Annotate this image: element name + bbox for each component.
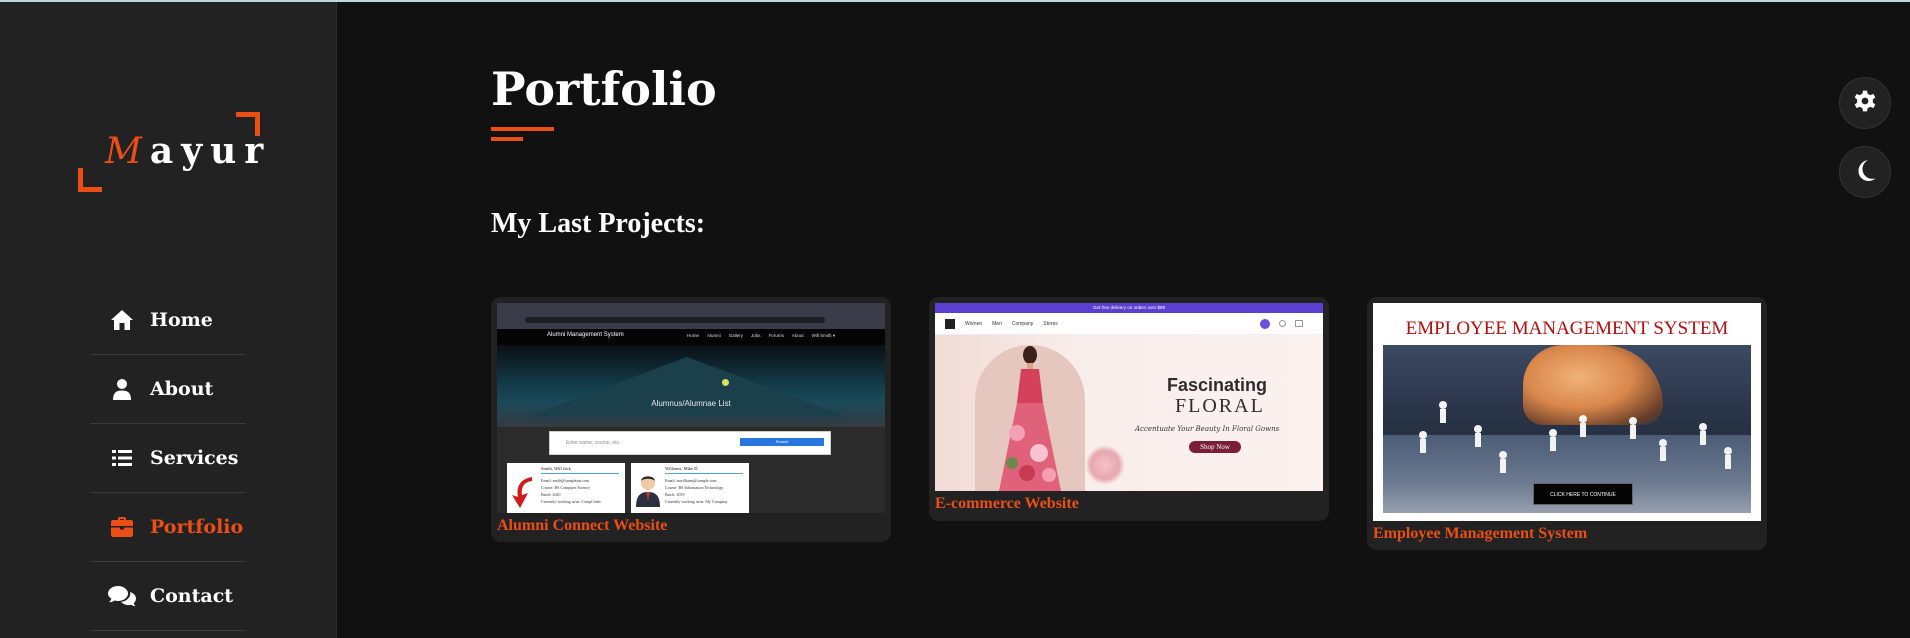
page-title: Portfolio	[491, 62, 717, 116]
site-title: Alumni Management System	[547, 332, 624, 338]
promo-text: Get free delivery on orders over $99	[1092, 305, 1166, 310]
alumni-detail: Currently working in/as: My Company	[665, 499, 728, 504]
menu-item: Gallery	[728, 333, 744, 338]
alumni-divider	[541, 473, 619, 474]
logo-rest: ayur	[149, 130, 272, 172]
flower-decoration	[1085, 445, 1125, 485]
browser-chrome	[497, 303, 885, 329]
project-thumbnail: Get free delivery on orders over $99 Wom…	[935, 303, 1323, 491]
ems-hero-image: CLICK HERE TO CONTINUE	[1383, 345, 1751, 513]
menu-item: Company	[1011, 321, 1034, 327]
site-menu: Home Alumni Gallery Jobs Forums About Wi…	[687, 333, 835, 339]
project-card-employee[interactable]: EMPLOYEE MANAGEMENT SYSTEM CLICK HERE TO…	[1367, 297, 1767, 550]
hero-banner: Fascinating FLORAL Accentuate Your Beaut…	[935, 335, 1323, 491]
banner-text: Alumnus/Alumnae List	[651, 399, 731, 408]
sidebar-item-home[interactable]: Home	[90, 286, 246, 355]
section-subtitle: My Last Projects:	[491, 208, 706, 239]
model-image	[997, 343, 1063, 491]
menu-item: Forums	[768, 333, 784, 338]
sidebar-item-portfolio[interactable]: Portfolio	[90, 493, 246, 562]
title-underline-short	[491, 137, 523, 141]
banner-roof	[527, 357, 847, 417]
project-thumbnail: EMPLOYEE MANAGEMENT SYSTEM CLICK HERE TO…	[1373, 303, 1761, 521]
sidebar: Mayur Home About Services Portfolio Cont…	[0, 2, 337, 638]
alumni-card: Smith, Will Jack Email: smith@sampleuts.…	[507, 463, 625, 513]
shop-now-button: Shop Now	[1189, 441, 1241, 453]
menu-item: Men	[992, 321, 1002, 327]
home-icon	[104, 308, 140, 332]
shop-logo	[945, 319, 955, 329]
shop-header: Women Men Company Stores	[935, 313, 1323, 335]
logo-text: Mayur	[105, 130, 271, 172]
people-figures	[1419, 401, 1732, 473]
menu-item: Stores	[1043, 321, 1058, 327]
project-thumbnail: Alumni Management System Home Alumni Gal…	[497, 303, 885, 513]
promo-bar: Get free delivery on orders over $99	[935, 303, 1323, 313]
settings-button[interactable]	[1839, 77, 1891, 129]
menu-item: Alumni	[707, 333, 721, 338]
sidebar-item-label: Home	[150, 309, 213, 331]
project-card-alumni[interactable]: Alumni Management System Home Alumni Gal…	[491, 297, 891, 542]
menu-item: Women	[965, 321, 983, 327]
hero-headline-1: Fascinating	[1167, 375, 1268, 395]
cart-icon	[1295, 320, 1303, 327]
menu-item: Will Smith ▾	[811, 333, 836, 338]
alumni-detail: Currently working in/as: CompCoder	[541, 499, 601, 504]
sidebar-item-contact[interactable]: Contact	[90, 562, 246, 631]
alumni-detail: Email: smith@sampleuts.com	[541, 478, 590, 483]
search-icon	[1279, 320, 1286, 327]
banner-image: Alumnus/Alumnae List	[497, 345, 885, 427]
comments-icon	[104, 584, 140, 608]
project-caption[interactable]: Alumni Connect Website	[497, 517, 885, 535]
sidebar-item-label: Contact	[150, 585, 234, 607]
alumni-name: Smith, Will Jack	[541, 466, 571, 471]
logo-first-letter: M	[105, 131, 150, 172]
hero-headline-2: FLORAL	[1175, 395, 1265, 417]
alumni-detail: Course: BS Information Technology	[665, 485, 724, 490]
theme-toggle-button[interactable]	[1839, 146, 1891, 198]
search-box: Enter name, course, etc. Search	[549, 431, 831, 455]
sidebar-item-services[interactable]: Services	[90, 424, 246, 493]
project-caption[interactable]: Employee Management System	[1373, 525, 1761, 543]
alumni-detail: Course: BS Computer Science	[541, 485, 590, 490]
user-avatar	[1260, 319, 1270, 329]
site-header: Alumni Management System Home Alumni Gal…	[497, 329, 885, 345]
browser-address-bar	[525, 317, 825, 323]
sidebar-item-about[interactable]: About	[90, 355, 246, 424]
menu-item: About	[791, 333, 804, 338]
ems-heading: EMPLOYEE MANAGEMENT SYSTEM	[1405, 318, 1729, 339]
gear-icon	[1852, 88, 1878, 118]
sidebar-nav: Home About Services Portfolio Contact	[90, 286, 246, 631]
alumni-detail: Batch: 2019	[665, 492, 685, 497]
sidebar-item-label: Portfolio	[150, 516, 244, 538]
menu-item: Jobs	[751, 333, 761, 338]
project-caption[interactable]: E-commerce Website	[935, 495, 1323, 513]
search-button: Search	[740, 438, 824, 446]
moon-icon	[1853, 158, 1877, 186]
hero-tagline: Accentuate Your Beauty In Floral Gowns	[1135, 425, 1280, 433]
continue-button: CLICK HERE TO CONTINUE	[1533, 483, 1633, 505]
alumni-detail: Email: mwilliams@sample.com	[665, 478, 717, 483]
shop-menu: Women Men Company Stores	[965, 321, 1058, 327]
logo[interactable]: Mayur	[78, 112, 263, 192]
banner-light	[722, 379, 729, 386]
list-icon	[104, 446, 140, 470]
sidebar-item-label: Services	[150, 447, 239, 469]
alumni-name: Williams, Mike D	[665, 466, 698, 471]
alumni-card: Williams, Mike D Email: mwilliams@sample…	[631, 463, 749, 513]
search-placeholder: Enter name, course, etc.	[566, 440, 621, 446]
project-card-ecommerce[interactable]: Get free delivery on orders over $99 Wom…	[929, 297, 1329, 521]
title-underline	[491, 127, 554, 131]
avatar	[635, 473, 661, 507]
sidebar-item-label: About	[150, 378, 214, 400]
alumni-detail: Batch: 2020	[541, 492, 561, 497]
logo-bracket-bottom-left	[78, 168, 102, 192]
briefcase-icon	[104, 515, 140, 539]
menu-item: Home	[687, 333, 700, 338]
red-arrow-image	[510, 475, 536, 509]
alumni-divider	[665, 473, 743, 474]
user-icon	[104, 377, 140, 401]
